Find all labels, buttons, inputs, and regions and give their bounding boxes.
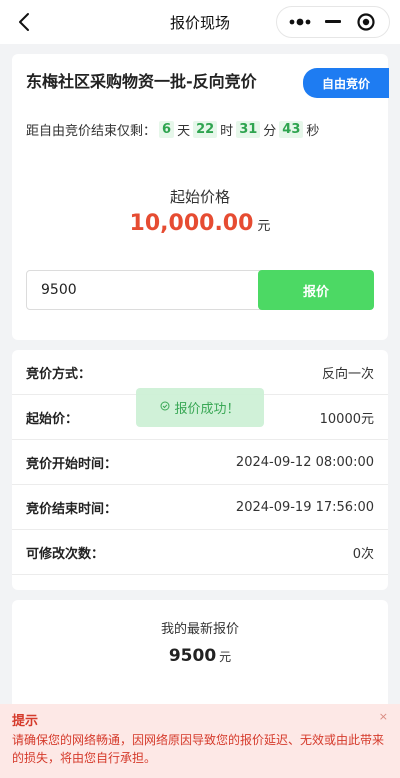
- more-dots-icon: [289, 18, 311, 26]
- countdown-seconds: 43: [279, 121, 304, 138]
- latest-bid-unit: 元: [219, 650, 232, 664]
- back-button[interactable]: [10, 8, 38, 36]
- latest-bid-card: 我的最新报价 9500 元: [12, 600, 388, 710]
- detail-row-end-time: 竞价结束时间： 2024-09-19 17:56:00: [12, 485, 388, 530]
- start-price-value: 10,000.00: [129, 211, 254, 236]
- notice-body: 请确保您的网络畅通，因网络原因导致您的报价延迟、无效或由此带来的损失，将由您自行…: [12, 733, 385, 765]
- detail-label: 可修改次数：: [26, 546, 105, 562]
- detail-value: 2024-09-12 08:00:00: [235, 454, 374, 470]
- countdown-days: 6: [159, 121, 175, 138]
- countdown: 距自由竞价结束仅剩： 6 天 22 时 31 分 43 秒: [26, 120, 319, 139]
- minus-icon: [324, 20, 341, 23]
- auction-name: 东梅社区采购物资一批-反向竞价: [26, 72, 257, 91]
- submit-bid-button[interactable]: 报价: [258, 270, 374, 310]
- mini-program-capsule: [276, 6, 390, 38]
- start-price-unit: 元: [257, 219, 271, 234]
- detail-label: 竞价结束时间：: [26, 501, 118, 517]
- countdown-minutes: 31: [236, 121, 261, 138]
- risk-notice: 提示 请确保您的网络畅通，因网络原因导致您的报价延迟、无效或由此带来的损失，将由…: [0, 704, 400, 778]
- detail-row-start-time: 竞价开始时间： 2024-09-12 08:00:00: [12, 440, 388, 485]
- detail-row-edit-count: 可修改次数： 0次: [12, 530, 388, 575]
- latest-bid: 9500 元: [12, 646, 388, 666]
- detail-label: 竞价开始时间：: [26, 456, 118, 472]
- detail-value: 反向一次: [321, 366, 374, 382]
- auction-type-tag: 自由竞价: [303, 68, 389, 98]
- countdown-seconds-unit: 秒: [306, 124, 320, 139]
- start-price: 10,000.00 元: [12, 211, 388, 236]
- detail-value: 0次: [352, 546, 374, 562]
- toast-text: 报价成功！: [174, 402, 240, 417]
- detail-value: 2024-09-19 17:56:00: [235, 499, 374, 515]
- bid-input[interactable]: [26, 270, 262, 310]
- countdown-hours: 22: [193, 121, 218, 138]
- auction-card: 东梅社区采购物资一批-反向竞价 自由竞价 距自由竞价结束仅剩： 6 天 22 时…: [12, 54, 389, 340]
- countdown-minutes-unit: 分: [263, 124, 277, 139]
- check-circle-icon: [160, 401, 170, 414]
- nav-bar: 报价现场: [0, 0, 400, 44]
- close-capsule-button[interactable]: [351, 8, 381, 36]
- notice-close-icon[interactable]: ×: [379, 710, 388, 723]
- countdown-days-unit: 天: [177, 124, 191, 139]
- notice-title: 提示: [12, 714, 39, 729]
- countdown-hours-unit: 时: [220, 124, 234, 139]
- auction-details: 竞价方式： 反向一次 起始价： 10000元 竞价开始时间： 2024-09-1…: [12, 350, 388, 590]
- success-toast: 报价成功！: [136, 388, 264, 427]
- target-icon: [357, 13, 375, 31]
- detail-label: 起始价：: [26, 411, 79, 427]
- detail-value: 10000元: [319, 411, 374, 427]
- page-title: 报价现场: [169, 13, 230, 32]
- minimize-button[interactable]: [318, 8, 348, 36]
- latest-bid-value: 9500: [168, 646, 217, 666]
- countdown-label: 距自由竞价结束仅剩：: [26, 124, 157, 139]
- more-button[interactable]: [285, 8, 315, 36]
- latest-bid-label: 我的最新报价: [160, 622, 239, 637]
- detail-label: 竞价方式：: [26, 366, 92, 382]
- chevron-left-icon: [19, 13, 29, 31]
- start-price-label: 起始价格: [169, 188, 230, 206]
